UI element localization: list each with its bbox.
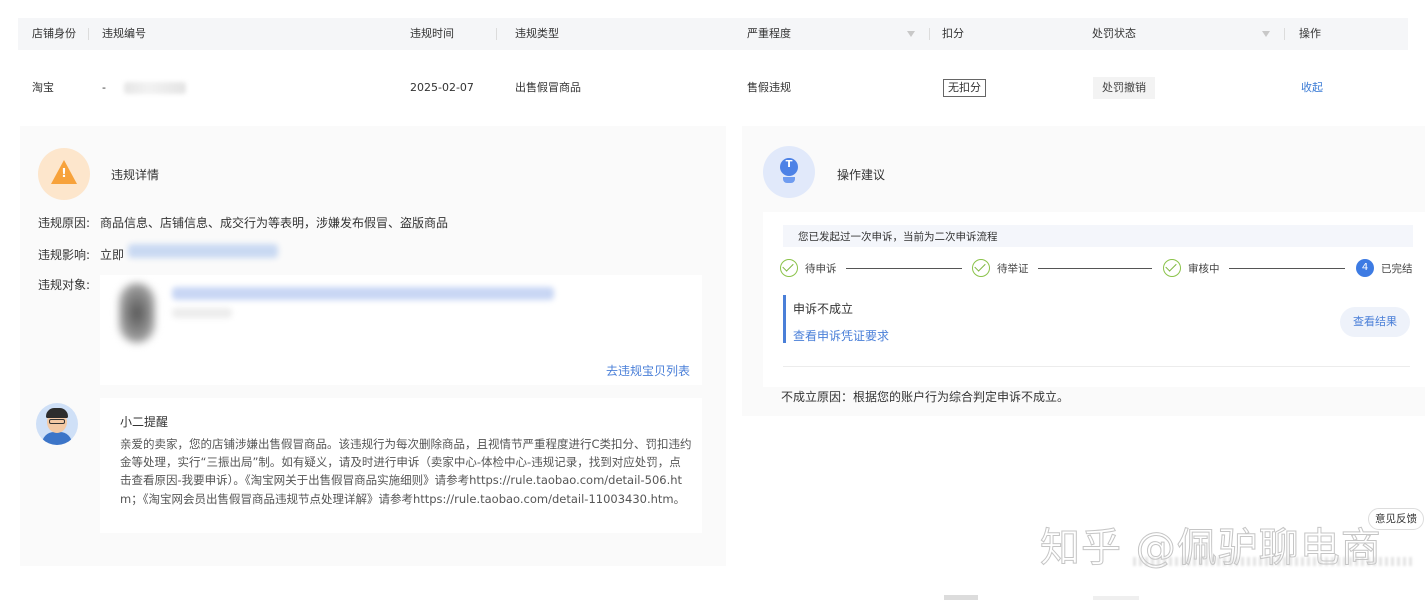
cell-violation-no-redacted <box>124 82 186 94</box>
step-connector <box>1038 268 1152 269</box>
advice-title: 操作建议 <box>837 168 886 182</box>
header-divider <box>88 28 89 40</box>
item-meta-redacted <box>172 308 232 318</box>
cell-violation-no-prefix: - <box>102 81 106 94</box>
table-row: 淘宝 - 2025-02-07 出售假冒商品 售假违规 无扣分 处罚撤销 收起 <box>18 62 1408 114</box>
reminder-body: 亲爱的卖家，您的店铺涉嫌出售假冒商品。该违规行为每次删除商品，且视情节严重程度进… <box>120 437 692 506</box>
step-label: 已完结 <box>1381 263 1413 275</box>
item-title-redacted <box>172 287 554 300</box>
appeal-notice-text: 您已发起过一次申诉，当前为二次申诉流程 <box>798 231 998 243</box>
collapse-link[interactable]: 收起 <box>1301 62 1323 114</box>
header-shop-identity: 店铺身份 <box>32 27 76 40</box>
check-circle-icon <box>780 259 798 277</box>
object-label: 违规对象: <box>38 278 91 292</box>
step-label: 待申诉 <box>805 263 837 275</box>
header-deduction: 扣分 <box>942 27 964 40</box>
step-label: 待举证 <box>997 263 1029 275</box>
header-violation-type: 违规类型 <box>515 27 559 40</box>
header-action: 操作 <box>1299 27 1321 40</box>
lightbulb-icon: T <box>763 146 815 198</box>
check-circle-icon <box>972 259 990 277</box>
reason-value: 商品信息、店铺信息、成交行为等表明，涉嫌发布假冒、盗版商品 <box>100 216 449 230</box>
impact-label: 违规影响: <box>38 248 91 262</box>
step-connector <box>1229 268 1345 269</box>
result-accent-bar <box>783 295 786 343</box>
header-divider <box>496 28 497 40</box>
header-severity: 严重程度 <box>747 27 791 40</box>
filter-icon[interactable] <box>1262 31 1270 37</box>
header-violation-time: 违规时间 <box>410 27 454 40</box>
check-circle-icon <box>1163 259 1181 277</box>
deduction-tag: 无扣分 <box>943 79 986 97</box>
footer-fragment <box>944 595 978 600</box>
reason-label: 违规原因: <box>38 216 91 230</box>
view-result-button[interactable]: 查看结果 <box>1340 307 1410 337</box>
table-header: 店铺身份 违规编号 违规时间 违规类型 严重程度 扣分 处罚状态 操作 <box>18 18 1408 50</box>
header-penalty-status: 处罚状态 <box>1092 27 1136 40</box>
warning-icon: ! <box>38 148 90 200</box>
fail-reason: 不成立原因：根据您的账户行为综合判定申诉不成立。 <box>781 390 1070 404</box>
evidence-requirements-link[interactable]: 查看申诉凭证要求 <box>793 327 889 344</box>
cell-violation-type: 出售假冒商品 <box>515 81 581 94</box>
cell-violation-time: 2025-02-07 <box>410 81 474 94</box>
divider <box>783 366 1410 367</box>
step-number-badge: 4 <box>1356 259 1374 277</box>
go-violation-items-link[interactable]: 去违规宝贝列表 <box>606 362 690 379</box>
avatar <box>36 403 78 445</box>
filter-icon[interactable] <box>907 31 915 37</box>
footer-fragment <box>1093 596 1139 600</box>
impact-redacted <box>128 244 278 258</box>
header-divider <box>929 28 930 40</box>
header-divider <box>1284 28 1285 40</box>
header-violation-no: 违规编号 <box>102 27 146 40</box>
step-label: 审核中 <box>1188 263 1220 275</box>
impact-value: 立即 <box>100 248 125 262</box>
step-connector <box>846 268 962 269</box>
detail-title: 违规详情 <box>111 168 160 182</box>
result-title: 申诉不成立 <box>793 302 854 316</box>
item-thumbnail <box>119 283 155 343</box>
watermark-underline <box>1133 557 1413 566</box>
status-badge: 处罚撤销 <box>1093 77 1155 99</box>
cell-shop-identity: 淘宝 <box>32 81 54 94</box>
reminder-title: 小二提醒 <box>120 415 169 429</box>
cell-severity: 售假违规 <box>747 81 791 94</box>
